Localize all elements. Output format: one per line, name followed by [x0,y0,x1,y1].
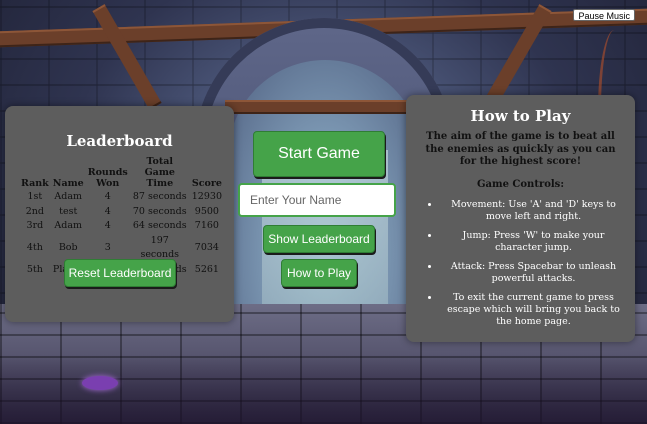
row-time: 70 seconds [132,205,187,217]
row-rounds: 4 [104,205,111,217]
header-rank: Rank [21,178,49,189]
header-name: Name [52,178,84,189]
list-item: To exit the current game to press escape… [440,292,627,328]
row-score: 7160 [194,220,219,231]
table-row: 3rd Adam 4 64 seconds 7160 [19,219,224,234]
table-row: 2nd test 4 70 seconds 9500 [19,205,224,220]
row-rank: 5th [26,263,43,275]
list-item: Attack: Press Spacebar to unleash powerf… [440,261,627,285]
start-game-button[interactable]: Start Game [253,131,385,177]
how-to-play-button[interactable]: How to Play [281,259,357,287]
game-aim-text: The aim of the game is to beat all the e… [425,131,616,167]
row-rank: 4th [26,241,43,253]
reset-leaderboard-button[interactable]: Reset Leaderboard [64,259,176,287]
header-total-time: Total Game Time [144,156,175,189]
row-score: 7034 [194,241,219,253]
row-rounds: 4 [104,220,111,231]
header-rounds-won: Rounds Won [87,167,128,189]
show-leaderboard-button[interactable]: Show Leaderboard [263,225,375,253]
row-rank: 3rd [26,220,44,231]
row-time: 87 seconds [132,191,187,202]
table-row: 1st Adam 4 87 seconds 12930 [19,190,224,205]
leaderboard-title: Leaderboard [66,132,173,150]
row-rank: 2nd [25,205,44,217]
controls-heading: Game Controls: [476,179,565,190]
arch-beam [225,100,425,114]
row-time: 64 seconds [132,220,187,231]
list-item: Movement: Use 'A' and 'D' keys to move l… [440,199,627,223]
leaderboard-panel: Leaderboard Rank Name Rounds Won Total G… [5,106,234,322]
row-score: 12930 [191,191,222,202]
how-to-play-title: How to Play [470,107,571,125]
controls-list: Movement: Use 'A' and 'D' keys to move l… [420,199,627,335]
row-rank: 1st [27,191,43,202]
row-name: test [59,205,78,217]
list-item: Jump: Press 'W' to make your character j… [440,230,627,254]
row-name: Adam [54,191,83,202]
pause-music-button[interactable]: Pause Music [573,9,635,21]
row-score: 9500 [194,205,219,217]
row-rounds: 4 [104,191,111,202]
header-score: Score [191,178,222,189]
row-name: Adam [54,220,83,231]
leaderboard-header-row: Rank Name Rounds Won Total Game Time Sco… [19,156,224,190]
row-score: 5261 [194,263,219,275]
purple-puddle [82,376,118,390]
player-name-input[interactable] [238,183,396,217]
how-to-play-panel: How to Play The aim of the game is to be… [406,95,635,342]
